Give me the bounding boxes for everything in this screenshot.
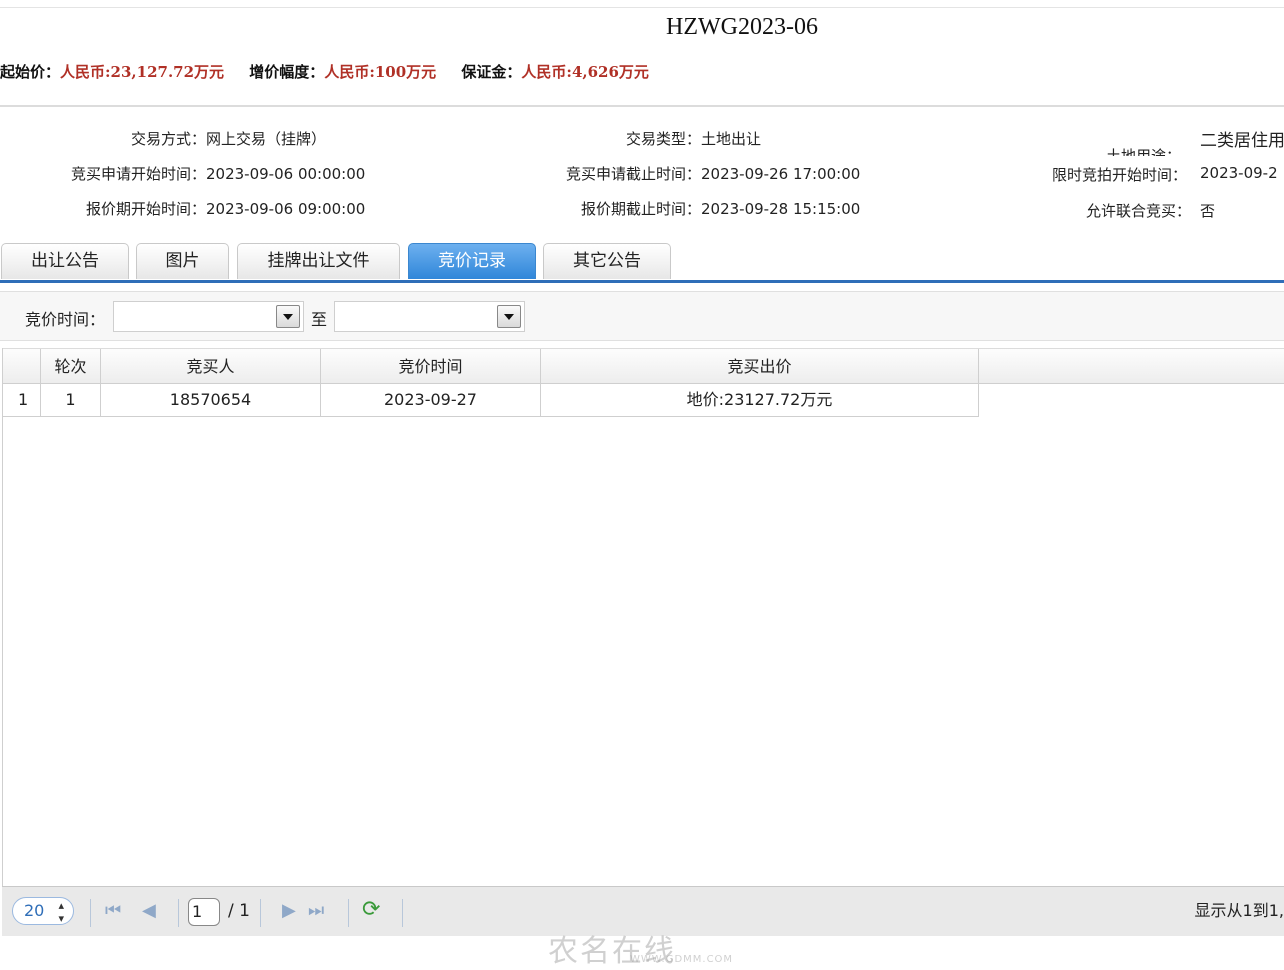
tab-bid-records[interactable]: 竞价记录 [408,243,536,279]
start-price-label: 起始价： [0,63,61,81]
header-round[interactable]: 轮次 [41,349,101,384]
page-size-value: 20 [24,901,45,920]
filter-bar: 竞价时间： 至 [0,291,1284,341]
tab-other-notices[interactable]: 其它公告 [543,243,671,279]
increment-value: 人民币:100万元 [324,63,437,81]
quote-end-row: 报价期截止时间：2023-09-28 15:15:00 [0,198,860,219]
header-bid-price[interactable]: 竞买出价 [541,349,979,384]
quote-end-label: 报价期截止时间： [580,200,701,218]
top-divider [0,7,1284,8]
watermark-url: WWW.GDMM.COM [630,954,734,965]
range-to-label: 至 [311,310,328,329]
apply-end-label: 竞买申请截止时间： [565,165,701,183]
last-page-icon[interactable]: ⏭ [308,899,324,923]
page-title: HZWG2023-06 [666,14,818,40]
apply-end-row: 竞买申请截止时间：2023-09-26 17:00:00 [0,163,860,184]
deposit-label: 保证金： [461,63,522,81]
section-divider [0,105,1284,107]
bid-time-label: 竞价时间： [25,310,106,329]
bid-time-to-select[interactable] [334,301,525,332]
pager-divider [178,899,179,927]
start-price-value: 人民币:23,127.72万元 [60,63,225,81]
refresh-icon[interactable]: ⟳ [362,897,380,922]
total-pages: / 1 [228,901,250,921]
tab-underline [0,280,1284,283]
row-bid-price: 地价:23127.72万元 [541,384,979,416]
trade-type-label: 交易类型： [625,130,701,148]
row-index: 1 [3,384,41,416]
land-use-label: 土地用途： [1106,147,1182,156]
tab-announcement[interactable]: 出让公告 [1,243,129,279]
header-bid-time[interactable]: 竞价时间 [321,349,541,384]
tab-pictures[interactable]: 图片 [136,243,229,279]
limit-start-value: 2023-09-2 [1200,164,1278,182]
land-use-value: 二类居住用 [1200,131,1284,151]
tab-listing-files[interactable]: 挂牌出让文件 [237,243,400,279]
row-round: 1 [41,384,101,416]
trade-type-value: 土地出让 [701,130,762,148]
bid-records-grid: 轮次 竞买人 竞价时间 竞买出价 1 1 18570654 2023-09-27… [2,348,1284,886]
first-page-icon[interactable]: ⏮ [105,899,121,923]
joint-bid-label: 允许联合竞买： [1086,202,1192,220]
current-page-input[interactable]: 1 [188,898,220,926]
next-page-icon[interactable]: ▶ [282,899,296,923]
table-row[interactable]: 1 1 18570654 2023-09-27 地价:23127.72万元 [3,384,979,417]
row-bidder: 18570654 [101,384,321,416]
header-bidder[interactable]: 竞买人 [101,349,321,384]
bid-time-from-select[interactable] [113,301,304,332]
joint-bid-value: 否 [1200,202,1216,220]
pager-divider [402,899,403,927]
prev-page-icon[interactable]: ◀ [142,899,156,923]
apply-end-value: 2023-09-26 17:00:00 [701,165,861,183]
limit-start-label: 限时竞拍开始时间： [1052,166,1188,184]
pagination-info: 显示从1到1, [1194,901,1284,920]
pager-divider [348,899,349,927]
row-bid-time: 2023-09-27 [321,384,541,416]
quote-end-value: 2023-09-28 15:15:00 [701,200,861,218]
site-watermark: 农名在线 WWW.GDMM.COM [548,926,732,970]
page-size-select[interactable]: 20 ▴ ▾ [12,897,74,925]
increment-label: 增价幅度： [249,63,325,81]
pager-divider [260,899,261,927]
deposit-value: 人民币:4,626万元 [521,63,649,81]
tab-bar: 出让公告 图片 挂牌出让文件 竞价记录 其它公告 [0,240,1284,282]
grid-header: 轮次 竞买人 竞价时间 竞买出价 [3,348,1284,384]
header-index [3,349,41,384]
price-summary: 起始价：人民币:23,127.72万元 增价幅度：人民币:100万元 保证金：人… [0,61,669,82]
pager-divider [90,899,91,927]
up-down-icon: ▴ ▾ [58,899,64,925]
chevron-down-icon[interactable] [276,305,300,328]
chevron-down-icon[interactable] [497,305,521,328]
trade-type-row: 交易类型：土地出让 [0,128,761,149]
